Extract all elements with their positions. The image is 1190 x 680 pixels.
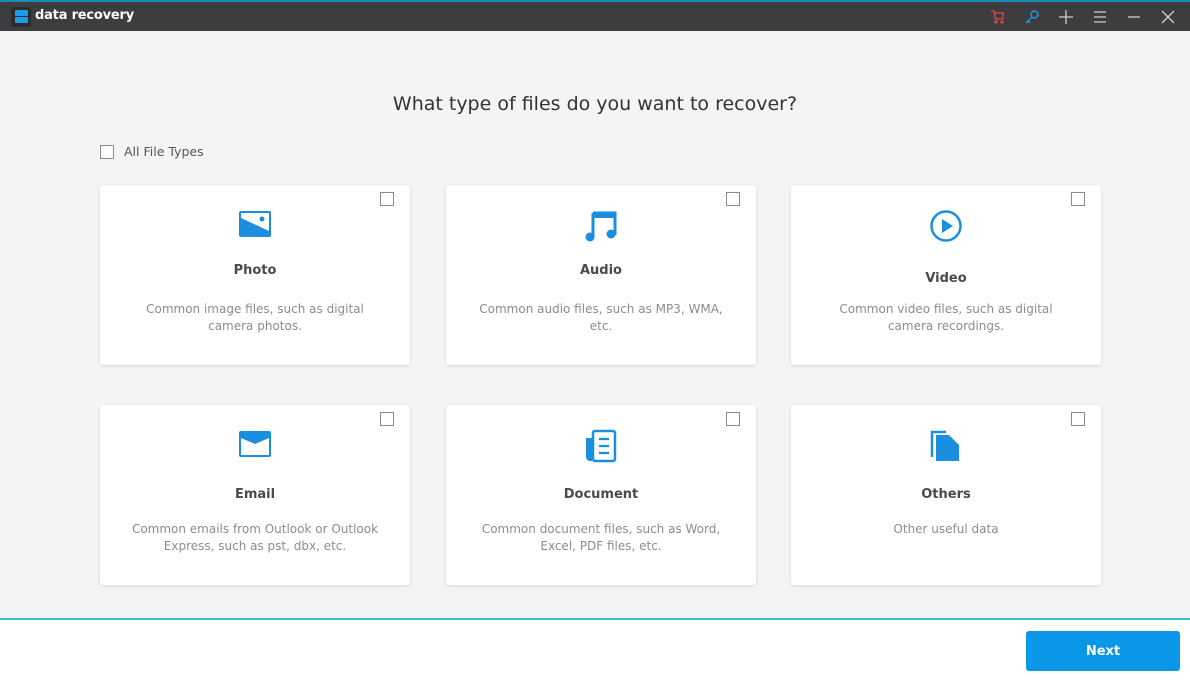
footer-bar xyxy=(0,618,1190,680)
photo-icon xyxy=(239,211,271,237)
photo-description: Common image files, such as digital came… xyxy=(146,302,364,333)
key-icon xyxy=(1025,10,1039,24)
files-icon xyxy=(930,430,959,461)
file-type-card-document[interactable]: Document Common document files, such as … xyxy=(446,405,756,585)
file-type-card-email[interactable]: Email Common emails from Outlook or Outl… xyxy=(100,405,410,585)
document-checkbox[interactable] xyxy=(726,412,740,426)
file-type-card-photo[interactable]: Photo Common image files, such as digita… xyxy=(100,185,410,365)
photo-checkbox[interactable] xyxy=(380,192,394,206)
minimize-button[interactable] xyxy=(1122,6,1146,28)
email-title: Email xyxy=(234,487,276,502)
add-button[interactable] xyxy=(1054,6,1078,28)
video-description: Common video files, such as digital came… xyxy=(839,302,1053,333)
plus-icon xyxy=(1059,10,1073,24)
cart-button[interactable] xyxy=(986,6,1010,28)
app-logo-icon xyxy=(11,7,31,27)
play-circle-icon xyxy=(930,210,962,242)
video-checkbox[interactable] xyxy=(1071,192,1085,206)
file-type-card-video[interactable]: Video Common video files, such as digita… xyxy=(791,185,1101,365)
all-file-types-label: All File Types xyxy=(124,144,204,159)
minimize-icon xyxy=(1128,16,1140,18)
menu-icon xyxy=(1094,11,1106,23)
all-file-types-checkbox[interactable] xyxy=(100,144,114,159)
all-file-types-option[interactable]: All File Types xyxy=(100,144,204,159)
document-title: Document xyxy=(563,487,639,502)
close-icon xyxy=(1161,10,1175,24)
file-type-card-audio[interactable]: Audio Common audio files, such as MP3, W… xyxy=(446,185,756,365)
audio-description: Common audio files, such as MP3, WMA, et… xyxy=(479,302,723,333)
audio-title: Audio xyxy=(579,263,622,278)
register-button[interactable] xyxy=(1020,6,1044,28)
page-heading: What type of files do you want to recove… xyxy=(392,93,798,115)
video-title: Video xyxy=(925,271,967,286)
document-icon xyxy=(586,429,617,463)
document-description: Common document files, such as Word, Exc… xyxy=(481,522,721,553)
audio-checkbox[interactable] xyxy=(726,192,740,206)
others-title: Others xyxy=(921,487,971,502)
email-description: Common emails from Outlook or Outlook Ex… xyxy=(131,522,379,553)
app-title: data recovery xyxy=(35,8,135,23)
file-type-card-others[interactable]: Others Other useful data xyxy=(791,405,1101,585)
title-bar: data recovery xyxy=(0,0,1190,31)
photo-title: Photo xyxy=(233,263,277,278)
music-note-icon xyxy=(585,211,617,242)
close-button[interactable] xyxy=(1156,6,1180,28)
menu-button[interactable] xyxy=(1088,6,1112,28)
cart-icon xyxy=(991,10,1005,24)
others-description: Other useful data xyxy=(893,522,999,536)
others-checkbox[interactable] xyxy=(1071,412,1085,426)
email-checkbox[interactable] xyxy=(380,412,394,426)
envelope-icon xyxy=(239,431,271,457)
next-button[interactable]: Next xyxy=(1026,631,1180,671)
